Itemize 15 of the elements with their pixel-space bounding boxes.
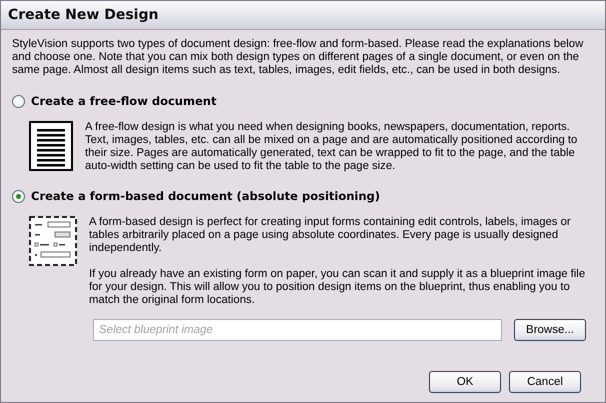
description-text: A free-flow design is what you need when designing books, newspapers, documentation, reports. Text, images, tables, etc. can all be mixed on a page and are automatically positioned according to their size. Pages are automatically generated, text can be wrapped to fit to the page, and the table auto-width setting can be used to fit the table to the page size. [85, 121, 578, 173]
ok-button[interactable]: OK [429, 371, 501, 393]
radio-button[interactable] [12, 94, 25, 108]
radio-button[interactable] [12, 190, 25, 202]
cancel-button[interactable]: Cancel [509, 371, 581, 393]
browse-button[interactable]: Browse... [514, 319, 586, 341]
document-icon [29, 121, 73, 171]
option-label[interactable]: Create a free-flow document [31, 94, 216, 108]
form-drawing [29, 216, 77, 266]
window-title: Create New Design [8, 7, 158, 23]
option-label[interactable]: Create a form-based document (absolute positioning) [31, 189, 380, 203]
description-text: If you already have an existing form on paper, you can scan it and supply it as a blueprint image file for your design. This will allow you to position design items on the blueprint, thus enabling you to match the original form locations. [89, 268, 586, 307]
description-text: A form-based design is perfect for creating input forms containing edit controls, labels, images or tables arbitrarily placed on a page using absolute coordinates. Every page is usually designed independently. [89, 216, 572, 255]
blueprint-field[interactable]: Select blueprint image [93, 319, 502, 341]
intro-text: StyleVision supports two types of document design: free-flow and form-based. Please read the explanations below and choose one. Note that you can mix both design types on different pages of a single document, or even on the same page. Almost all design items such as text, tables, images, edit fields, etc., can be used in both designs. [12, 38, 584, 77]
